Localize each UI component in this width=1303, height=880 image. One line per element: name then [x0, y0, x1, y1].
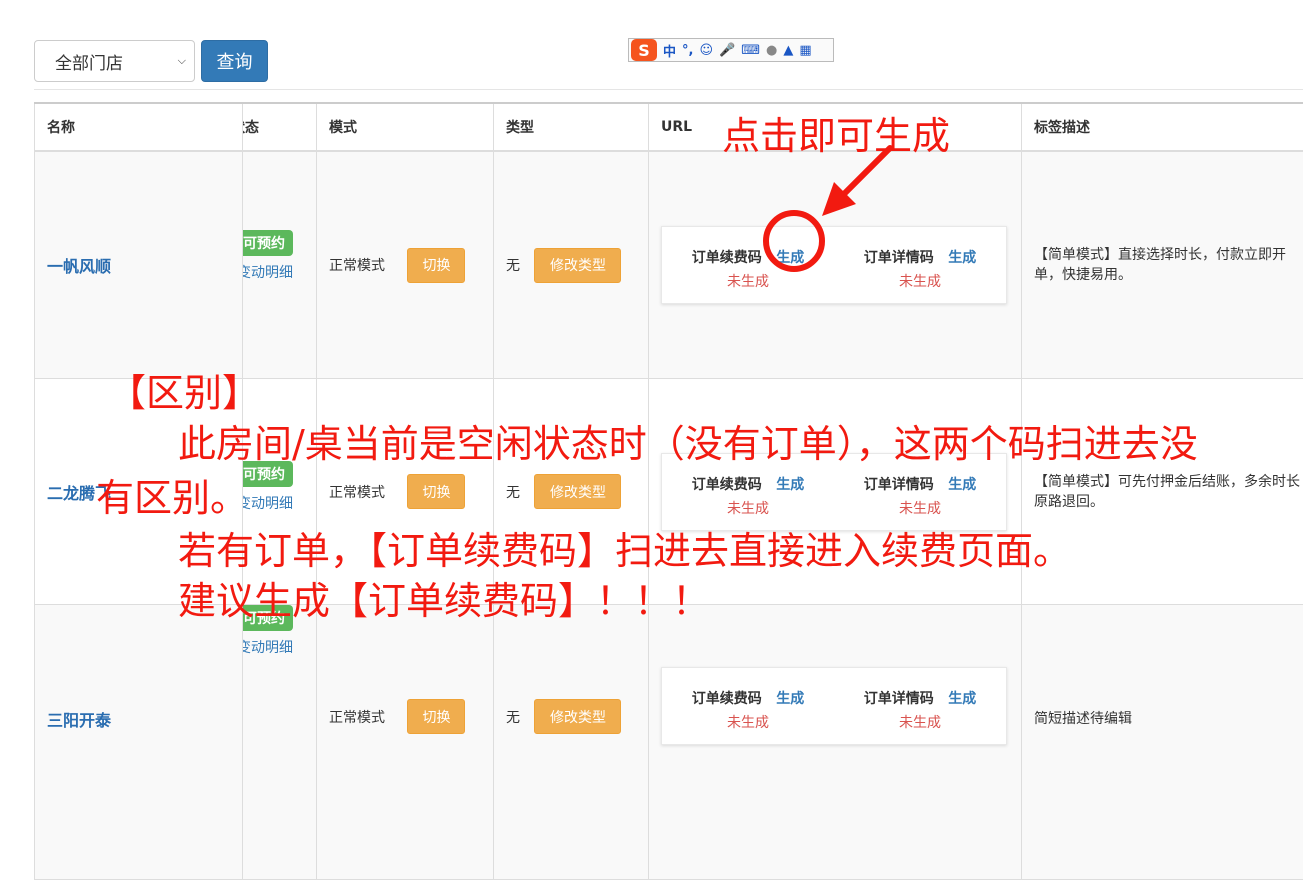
- annotation-line: 建议生成【订单续费码】！！！: [178, 570, 710, 625]
- annotation-circle-icon: [763, 210, 825, 272]
- annotation-line: 此房间/桌当前是空闲状态时（没有订单），这两个码扫进去没: [178, 413, 1198, 468]
- annotation-heading: 【区别】: [108, 362, 260, 417]
- annotation-line: 若有订单，【订单续费码】扫进去直接进入续费页面。: [178, 520, 1071, 575]
- annotation-line: 有区别。: [96, 467, 248, 522]
